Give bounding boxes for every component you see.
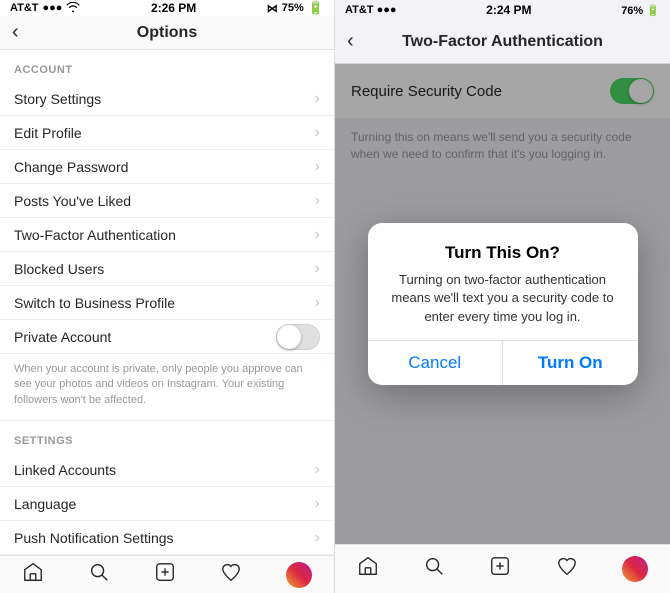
business-profile-chevron: › bbox=[315, 294, 320, 312]
language-chevron: › bbox=[315, 495, 320, 513]
private-account-toggle[interactable] bbox=[276, 324, 320, 350]
left-status-bar: AT&T ●●● 2:26 PM ⋈ 75% 🔋 bbox=[0, 0, 334, 16]
menu-item-push-notifications[interactable]: Push Notification Settings › bbox=[0, 521, 334, 555]
menu-item-blocked-users[interactable]: Blocked Users › bbox=[0, 252, 334, 286]
menu-item-story-settings[interactable]: Story Settings › bbox=[0, 82, 334, 116]
private-account-label: Private Account bbox=[14, 329, 111, 345]
two-factor-chevron: › bbox=[315, 226, 320, 244]
left-back-button[interactable]: ‹ bbox=[12, 21, 19, 44]
right-add-tab-icon[interactable] bbox=[489, 555, 511, 583]
menu-item-business-profile[interactable]: Switch to Business Profile › bbox=[0, 286, 334, 320]
bluetooth-icon: ⋈ bbox=[267, 2, 278, 15]
toggle-knob bbox=[277, 325, 301, 349]
business-profile-label: Switch to Business Profile bbox=[14, 295, 175, 311]
left-nav-title: Options bbox=[137, 24, 197, 42]
right-back-button[interactable]: ‹ bbox=[347, 30, 354, 53]
left-tab-bar bbox=[0, 555, 334, 593]
language-label: Language bbox=[14, 496, 76, 512]
left-panel: AT&T ●●● 2:26 PM ⋈ 75% 🔋 ‹ Options ACCOU… bbox=[0, 0, 335, 593]
story-settings-label: Story Settings bbox=[14, 91, 101, 107]
blocked-users-label: Blocked Users bbox=[14, 261, 104, 277]
push-notifications-chevron: › bbox=[315, 529, 320, 547]
modal-body: Turn This On? Turning on two-factor auth… bbox=[368, 223, 638, 340]
profile-tab-icon[interactable] bbox=[286, 562, 312, 588]
right-search-tab-icon[interactable] bbox=[423, 555, 445, 583]
posts-liked-label: Posts You've Liked bbox=[14, 193, 131, 209]
right-time: 2:24 PM bbox=[486, 3, 531, 17]
right-carrier: AT&T ●●● bbox=[345, 4, 397, 16]
right-home-tab-icon[interactable] bbox=[357, 555, 379, 583]
right-tab-bar bbox=[335, 544, 670, 593]
settings-section-header: SETTINGS bbox=[0, 421, 334, 453]
home-tab-icon[interactable] bbox=[22, 561, 44, 589]
edit-profile-label: Edit Profile bbox=[14, 125, 82, 141]
modal-overlay: Turn This On? Turning on two-factor auth… bbox=[335, 64, 670, 544]
right-status-bar: AT&T ●●● 2:24 PM 76% 🔋 bbox=[335, 0, 670, 20]
right-panel: AT&T ●●● 2:24 PM 76% 🔋 ‹ Two-Factor Auth… bbox=[335, 0, 670, 593]
search-tab-icon[interactable] bbox=[88, 561, 110, 589]
right-battery-icon: 🔋 bbox=[646, 5, 660, 17]
linked-accounts-label: Linked Accounts bbox=[14, 462, 116, 478]
cancel-button[interactable]: Cancel bbox=[368, 341, 504, 385]
right-signal-icon: ●●● bbox=[377, 4, 397, 16]
push-notifications-label: Push Notification Settings bbox=[14, 530, 174, 546]
change-password-chevron: › bbox=[315, 158, 320, 176]
menu-item-linked-accounts[interactable]: Linked Accounts › bbox=[0, 453, 334, 487]
modal-description: Turning on two-factor authentication mea… bbox=[384, 271, 622, 326]
right-profile-tab-icon[interactable] bbox=[622, 556, 648, 582]
menu-item-posts-liked[interactable]: Posts You've Liked › bbox=[0, 184, 334, 218]
wifi-icon bbox=[66, 2, 80, 15]
signal-icon: ●●● bbox=[43, 2, 63, 14]
right-nav-bar: ‹ Two-Factor Authentication bbox=[335, 20, 670, 64]
modal-title: Turn This On? bbox=[384, 243, 622, 263]
posts-liked-chevron: › bbox=[315, 192, 320, 210]
left-time: 2:26 PM bbox=[151, 1, 196, 15]
battery-icon: 🔋 bbox=[308, 0, 324, 16]
carrier-text: AT&T bbox=[10, 2, 39, 14]
menu-item-edit-profile[interactable]: Edit Profile › bbox=[0, 116, 334, 150]
modal-buttons: Cancel Turn On bbox=[368, 340, 638, 385]
menu-item-language[interactable]: Language › bbox=[0, 487, 334, 521]
private-account-description: When your account is private, only peopl… bbox=[0, 354, 334, 421]
change-password-label: Change Password bbox=[14, 159, 128, 175]
left-status-carrier: AT&T ●●● bbox=[10, 2, 80, 15]
left-nav-bar: ‹ Options bbox=[0, 16, 334, 50]
battery-percent: 75% bbox=[282, 2, 304, 14]
edit-profile-chevron: › bbox=[315, 124, 320, 142]
private-account-row: Private Account bbox=[0, 320, 334, 354]
two-factor-label: Two-Factor Authentication bbox=[14, 227, 176, 243]
left-battery-area: ⋈ 75% 🔋 bbox=[267, 0, 324, 16]
right-nav-title: Two-Factor Authentication bbox=[402, 33, 603, 51]
story-settings-chevron: › bbox=[315, 90, 320, 108]
blocked-users-chevron: › bbox=[315, 260, 320, 278]
heart-tab-icon[interactable] bbox=[220, 561, 242, 589]
menu-item-two-factor[interactable]: Two-Factor Authentication › bbox=[0, 218, 334, 252]
add-tab-icon[interactable] bbox=[154, 561, 176, 589]
menu-item-change-password[interactable]: Change Password › bbox=[0, 150, 334, 184]
account-section-header: ACCOUNT bbox=[0, 50, 334, 82]
right-battery: 76% 🔋 bbox=[621, 4, 660, 17]
modal-dialog: Turn This On? Turning on two-factor auth… bbox=[368, 223, 638, 385]
linked-accounts-chevron: › bbox=[315, 461, 320, 479]
turn-on-button[interactable]: Turn On bbox=[503, 341, 638, 385]
right-heart-tab-icon[interactable] bbox=[556, 555, 578, 583]
